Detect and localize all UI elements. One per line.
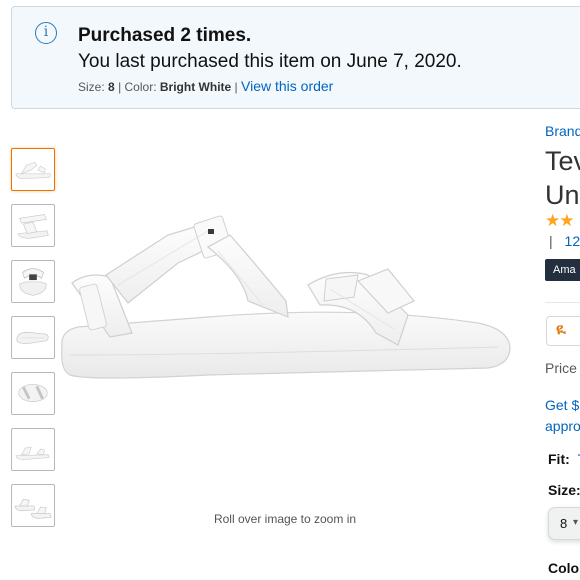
- thumbnail-6[interactable]: [11, 428, 55, 471]
- size-label: Size:: [548, 482, 580, 498]
- thumbnail-7[interactable]: [11, 484, 55, 527]
- alert-order-meta: Size: 8 | Color: Bright White | View thi…: [78, 78, 333, 94]
- info-icon: i: [35, 22, 57, 44]
- product-main-image[interactable]: [58, 205, 516, 435]
- brand-link[interactable]: Brand: [545, 123, 580, 139]
- thumbnail-2[interactable]: [11, 204, 55, 247]
- alert-title: Purchased 2 times.: [78, 25, 252, 46]
- prime-offer-box[interactable]: ዪ: [546, 316, 580, 346]
- product-title-line-2: Un: [545, 180, 580, 210]
- fit-label: Fit:: [548, 451, 570, 467]
- view-order-link[interactable]: View this order: [241, 78, 333, 94]
- star-rating[interactable]: ★★: [545, 211, 575, 231]
- promo-link-line-2[interactable]: appro: [545, 418, 580, 434]
- fit-row: Fit: T: [548, 451, 580, 467]
- sandal-side-thumbnail: [15, 161, 51, 179]
- size-selected-value: 8: [560, 516, 568, 531]
- chevron-down-icon: ▾: [573, 517, 579, 528]
- sandal-sole-thumbnail: [16, 331, 49, 345]
- price-label: Price: [545, 360, 577, 376]
- color-meta-value: Bright White: [159, 80, 232, 94]
- color-label: Colo: [548, 560, 580, 576]
- amazon-badge[interactable]: Ama: [545, 259, 580, 281]
- thumbnail-4[interactable]: [11, 316, 55, 359]
- promo-link-line-1[interactable]: Get $: [545, 397, 579, 413]
- thumbnail-1[interactable]: [11, 148, 55, 191]
- ratings-count-link[interactable]: | 12: [549, 233, 580, 249]
- purchase-history-alert: i Purchased 2 times. You last purchased …: [11, 6, 580, 109]
- ratings-count[interactable]: 12: [565, 233, 580, 249]
- color-meta-label: Color:: [124, 80, 157, 94]
- product-title-line-1: Tev: [545, 146, 580, 176]
- size-dropdown[interactable]: 8 ▾: [548, 507, 580, 540]
- thumbnail-3[interactable]: [11, 260, 55, 303]
- sandal-profile-thumbnail: [15, 446, 50, 460]
- prime-offer-icon: ዪ: [556, 321, 566, 338]
- sandal-angle-thumbnail: [17, 214, 49, 239]
- thumbnail-5[interactable]: [11, 372, 55, 415]
- sandal-pair-thumbnail: [14, 498, 52, 519]
- alert-body: You last purchased this item on June 7, …: [78, 51, 462, 72]
- zoom-hint: Roll over image to zoom in: [213, 512, 357, 526]
- sandal-back-thumbnail: [19, 268, 47, 296]
- divider: [545, 302, 580, 303]
- size-meta-label: Size:: [78, 80, 105, 94]
- ratings-separator: |: [549, 233, 553, 249]
- size-meta-value: 8: [108, 80, 115, 94]
- sandal-top-thumbnail: [18, 384, 48, 402]
